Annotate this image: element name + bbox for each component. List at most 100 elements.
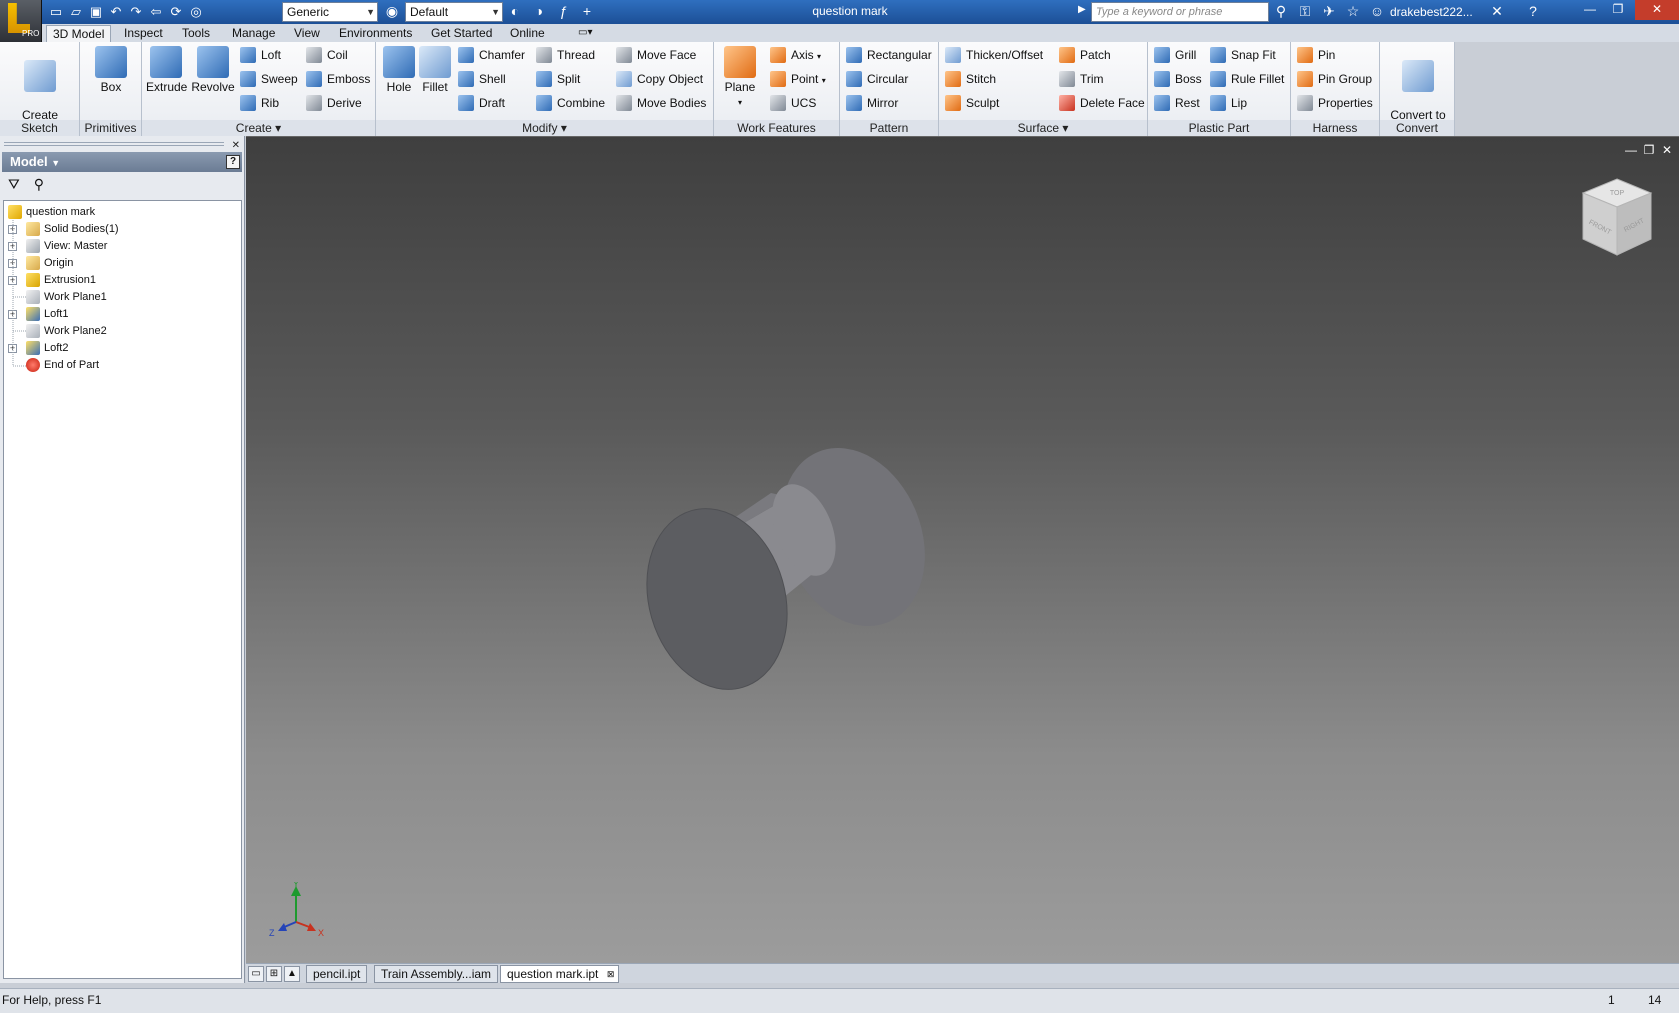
snap-fit-button[interactable]: Snap Fit xyxy=(1210,46,1276,64)
patch-button[interactable]: Patch xyxy=(1059,46,1111,64)
box-button[interactable]: Box xyxy=(88,46,134,94)
viewcube-top-label[interactable]: TOP xyxy=(1610,190,1625,197)
user-icon[interactable]: ☺ xyxy=(1368,3,1386,19)
boss-button[interactable]: Boss xyxy=(1154,70,1202,88)
graphics-viewport[interactable]: — ❐ ✕ TOP FRONT RIGHT Y X Z xyxy=(246,136,1679,963)
return-icon[interactable]: ⇦ xyxy=(148,4,164,20)
ucs-button[interactable]: UCS xyxy=(770,94,816,112)
properties-button[interactable]: Properties xyxy=(1297,94,1373,112)
emboss-button[interactable]: Emboss xyxy=(306,70,370,88)
redo-icon[interactable]: ↷ xyxy=(128,4,144,20)
tab-get-started[interactable]: Get Started xyxy=(425,25,498,42)
help-search-input[interactable]: Type a keyword or phrase xyxy=(1091,2,1269,22)
material-combo[interactable]: Generic ▼ xyxy=(282,2,378,22)
delete-face-button[interactable]: Delete Face xyxy=(1059,94,1145,112)
browser-help-icon[interactable]: ? xyxy=(226,155,240,169)
axis-button[interactable]: Axis ▾ xyxy=(770,46,821,64)
sculpt-button[interactable]: Sculpt xyxy=(945,94,999,112)
panel-title-create[interactable]: Create ▾ xyxy=(142,120,375,136)
doc-tab-pencil[interactable]: pencil.ipt xyxy=(306,965,368,983)
application-menu-button[interactable]: PRO xyxy=(0,0,42,42)
adjust-icon[interactable]: ◐ xyxy=(506,3,524,19)
combine-button[interactable]: Combine xyxy=(536,94,605,112)
fillet-button[interactable]: Fillet xyxy=(418,46,452,94)
thread-button[interactable]: Thread xyxy=(536,46,595,64)
move-face-button[interactable]: Move Face xyxy=(616,46,696,64)
minimize-button[interactable]: — xyxy=(1576,0,1604,20)
tab-options-icon[interactable]: ▭▾ xyxy=(572,25,598,42)
rectangular-pattern-button[interactable]: Rectangular xyxy=(846,46,932,64)
derive-button[interactable]: Derive xyxy=(306,94,362,112)
viewport-close-icon[interactable]: ✕ xyxy=(1659,143,1675,157)
clear-icon[interactable]: ◑ xyxy=(530,3,548,19)
tab-online[interactable]: Online xyxy=(504,25,551,42)
tab-tools[interactable]: Tools xyxy=(176,25,216,42)
lip-button[interactable]: Lip xyxy=(1210,94,1247,112)
tile-windows-icon[interactable]: ▭ xyxy=(248,966,264,982)
chamfer-button[interactable]: Chamfer xyxy=(458,46,525,64)
viewcube[interactable]: TOP FRONT RIGHT xyxy=(1579,177,1655,259)
doc-tab-question-mark[interactable]: question mark.ipt ⊠ xyxy=(500,965,620,983)
fx-icon[interactable]: ƒ xyxy=(554,3,572,19)
mirror-button[interactable]: Mirror xyxy=(846,94,898,112)
stitch-button[interactable]: Stitch xyxy=(945,70,996,88)
doc-tab-train-assembly[interactable]: Train Assembly...iam xyxy=(374,965,499,983)
circular-pattern-button[interactable]: Circular xyxy=(846,70,908,88)
revolve-button[interactable]: Revolve xyxy=(188,46,238,94)
username[interactable]: drakebest222... xyxy=(1390,5,1473,19)
split-button[interactable]: Split xyxy=(536,70,580,88)
plane-button[interactable]: Plane ▾ xyxy=(720,46,760,110)
undo-icon[interactable]: ↶ xyxy=(108,4,124,20)
cascade-windows-icon[interactable]: ⊞ xyxy=(266,966,282,982)
point-button[interactable]: Point ▾ xyxy=(770,70,826,88)
viewport-restore-icon[interactable]: ❐ xyxy=(1641,143,1657,157)
binoculars-icon[interactable]: ⚲ xyxy=(1272,3,1290,20)
rest-button[interactable]: Rest xyxy=(1154,94,1200,112)
spool-model[interactable] xyxy=(621,427,941,707)
expand-arrow-icon[interactable]: ▶ xyxy=(1078,4,1086,15)
draft-button[interactable]: Draft xyxy=(458,94,505,112)
tab-inspect[interactable]: Inspect xyxy=(118,25,169,42)
help-icon[interactable]: ? xyxy=(1524,3,1542,19)
filter-icon[interactable]: ⛛ xyxy=(8,176,20,193)
pin-button[interactable]: Pin xyxy=(1297,46,1335,64)
rib-button[interactable]: Rib xyxy=(240,94,279,112)
grill-button[interactable]: Grill xyxy=(1154,46,1196,64)
plus-icon[interactable]: + xyxy=(578,3,596,19)
update-icon[interactable]: ⟳ xyxy=(168,4,184,20)
panel-title-surface[interactable]: Surface ▾ xyxy=(939,120,1147,136)
copy-object-button[interactable]: Copy Object xyxy=(616,70,703,88)
restore-button[interactable]: ❐ xyxy=(1604,0,1632,20)
open-documents-icon[interactable]: ▲ xyxy=(284,966,300,982)
viewport-minimize-icon[interactable]: — xyxy=(1623,143,1639,157)
tab-manage[interactable]: Manage xyxy=(226,25,281,42)
panel-title-modify[interactable]: Modify ▾ xyxy=(376,120,713,136)
doc-tab-close-icon[interactable]: ⊠ xyxy=(607,966,615,982)
color-wheel-icon[interactable]: ◉ xyxy=(383,3,401,20)
browser-grip[interactable] xyxy=(4,142,224,146)
extrude-button[interactable]: Extrude xyxy=(146,46,187,94)
exchange-icon[interactable]: ✕ xyxy=(1488,3,1506,20)
find-icon[interactable]: ⚲ xyxy=(34,176,44,193)
pin-group-button[interactable]: Pin Group xyxy=(1297,70,1372,88)
browser-header[interactable]: Model ▼ ? xyxy=(2,152,242,172)
sweep-button[interactable]: Sweep xyxy=(240,70,298,88)
save-icon[interactable]: ▣ xyxy=(88,4,104,20)
select-icon[interactable]: ◎ xyxy=(188,4,204,20)
star-icon[interactable]: ☆ xyxy=(1344,3,1362,20)
coil-button[interactable]: Coil xyxy=(306,46,348,64)
tab-3d-model[interactable]: 3D Model xyxy=(46,25,112,42)
move-bodies-button[interactable]: Move Bodies xyxy=(616,94,706,112)
new-file-icon[interactable]: ▭ xyxy=(48,4,64,20)
rule-fillet-button[interactable]: Rule Fillet xyxy=(1210,70,1284,88)
appearance-combo[interactable]: Default ▼ xyxy=(405,2,503,22)
thicken-offset-button[interactable]: Thicken/Offset xyxy=(945,46,1043,64)
tab-environments[interactable]: Environments xyxy=(333,25,418,42)
satellite-icon[interactable]: ✈ xyxy=(1320,3,1338,20)
trim-button[interactable]: Trim xyxy=(1059,70,1104,88)
close-window-button[interactable]: ✕ xyxy=(1635,0,1679,20)
open-file-icon[interactable]: ▱ xyxy=(68,4,84,20)
loft-button[interactable]: Loft xyxy=(240,46,281,64)
browser-close-icon[interactable]: ✕ xyxy=(232,140,240,151)
hole-button[interactable]: Hole xyxy=(382,46,416,94)
